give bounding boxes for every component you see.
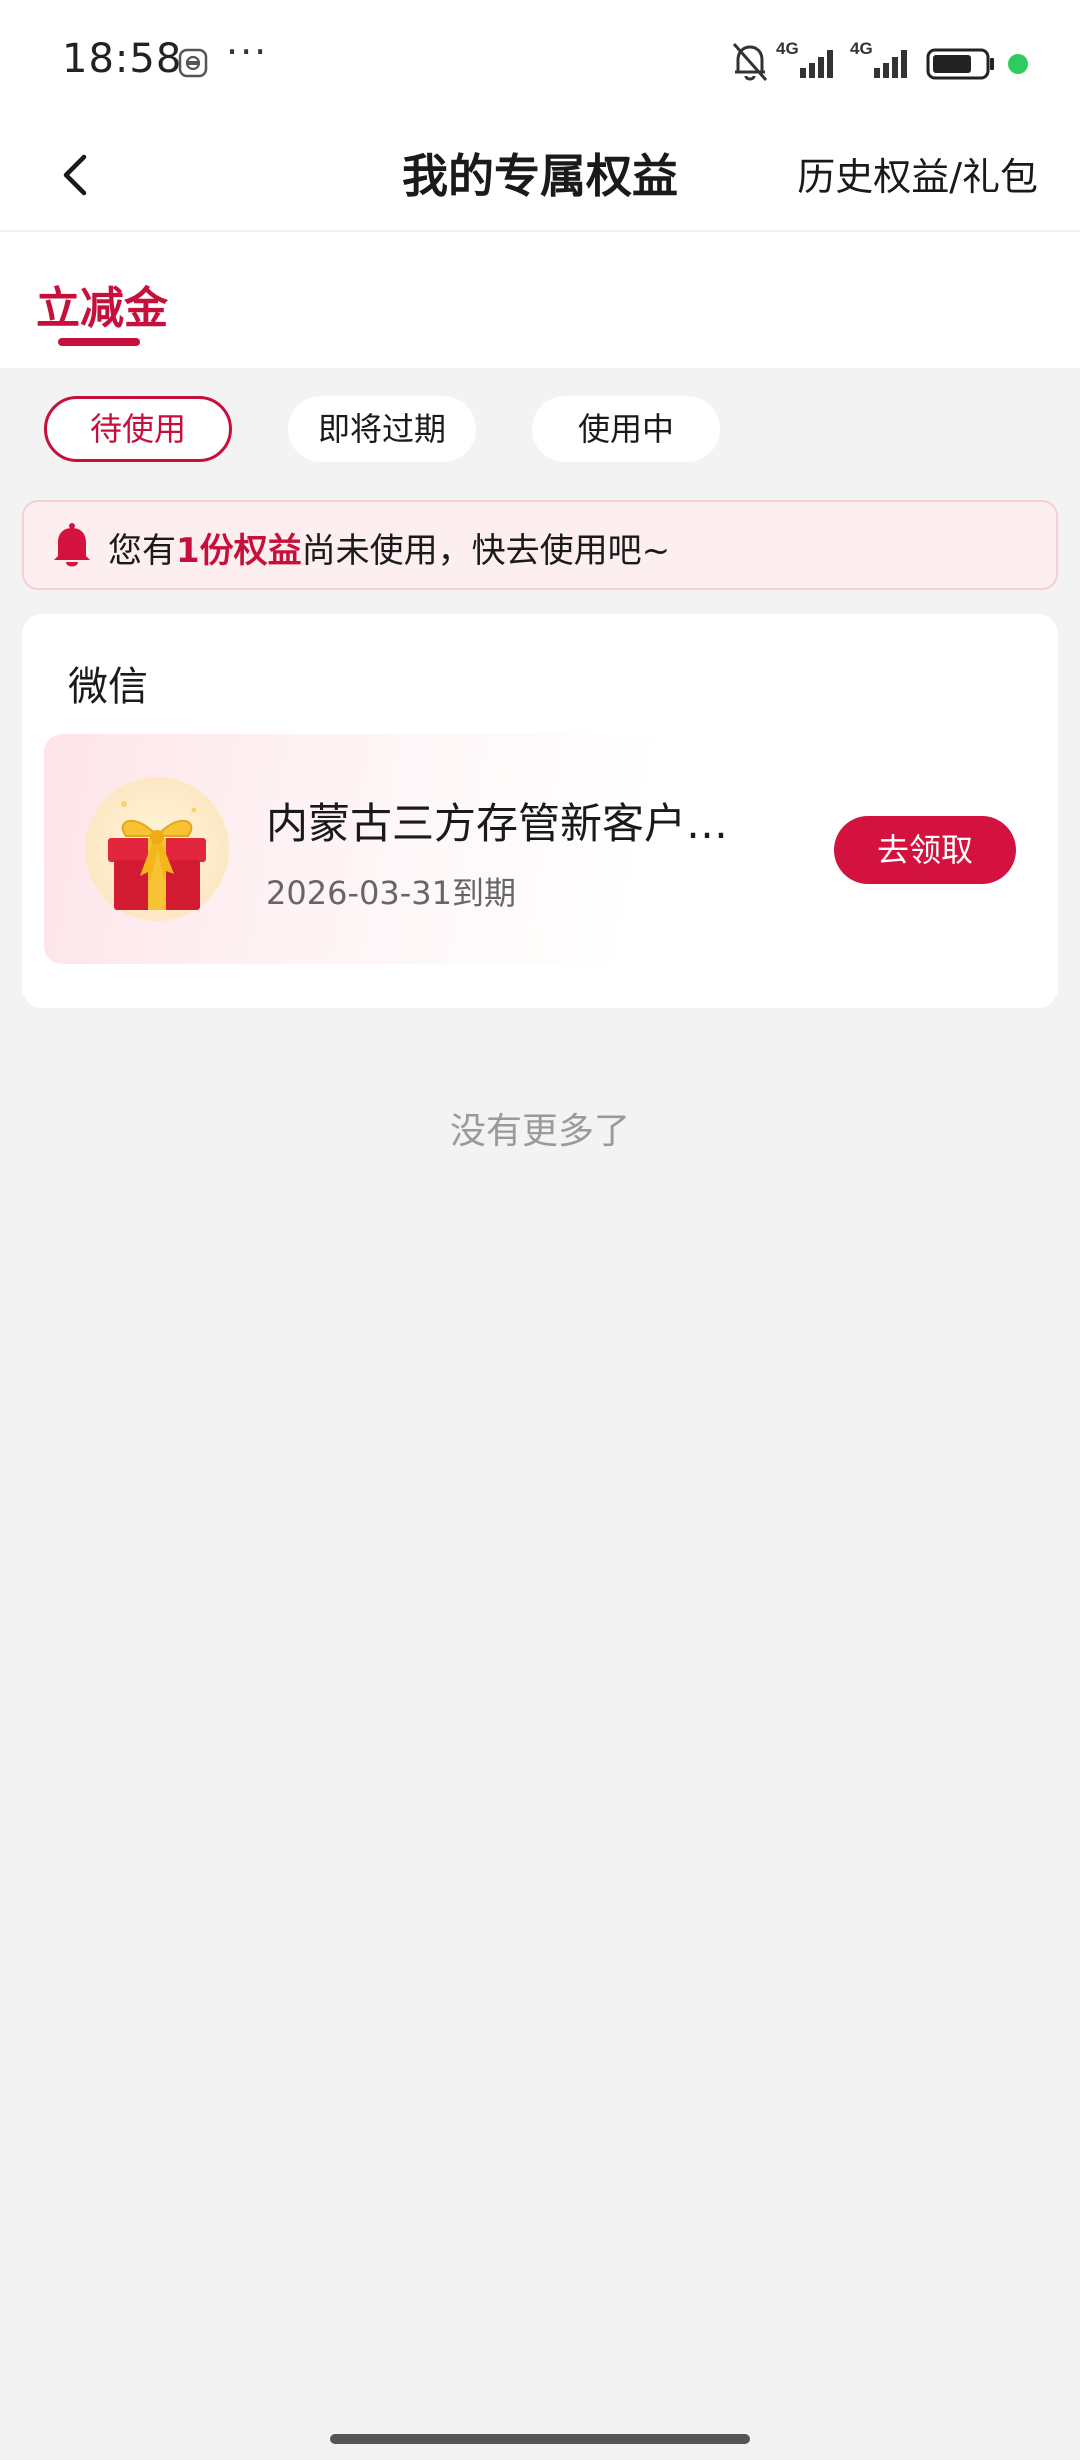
notice-prefix: 您有 <box>108 531 176 571</box>
claim-button[interactable]: 去领取 <box>834 816 1016 884</box>
notice-suffix: 尚未使用，快去使用吧~ <box>301 531 671 571</box>
signal-icon: 4G <box>850 39 907 78</box>
tab-instant-discount[interactable]: 立减金 <box>36 272 168 336</box>
notice-text: 您有1份权益尚未使用，快去使用吧~ <box>108 523 670 572</box>
bell-icon <box>54 523 90 567</box>
no-more-text: 没有更多了 <box>449 1111 630 1152</box>
signal-icon: 4G <box>776 39 833 78</box>
active-tab-indicator <box>58 338 140 346</box>
filter-pending[interactable]: 待使用 <box>44 396 232 462</box>
unused-benefits-notice: 您有1份权益尚未使用，快去使用吧~ <box>22 500 1058 590</box>
category-tab-bar: 立减金 <box>0 232 1080 368</box>
app-notification-icon <box>178 48 208 78</box>
benefit-item[interactable]: 内蒙古三方存管新客户立减金 2026-03-31到期 去领取 <box>44 734 1036 964</box>
mute-icon <box>732 43 768 81</box>
notice-benefit-count: 1份权益 <box>176 531 302 571</box>
privacy-indicator-dot <box>1008 54 1028 74</box>
benefit-expiry-date: 2026-03-31到期 <box>266 874 516 912</box>
history-benefits-link[interactable]: 历史权益/礼包 <box>797 146 1038 201</box>
home-indicator[interactable] <box>330 2434 750 2444</box>
nav-bar: 我的专属权益 历史权益/礼包 <box>0 120 1080 232</box>
filter-in-use[interactable]: 使用中 <box>532 396 720 462</box>
group-title: 微信 <box>68 664 148 710</box>
filter-expiring-soon[interactable]: 即将过期 <box>288 396 476 462</box>
status-bar: 18:58 ··· 4G 4G <box>0 0 1080 120</box>
more-notifications-icon: ··· <box>226 30 269 74</box>
network-type-1: 4G <box>776 39 799 58</box>
status-time: 18:58 <box>62 36 183 82</box>
benefit-group-card: 微信 内蒙古三方存管新客户立减金 2026-03-31到期 去领取 <box>22 614 1058 1008</box>
gift-icon <box>85 777 229 921</box>
network-type-2: 4G <box>850 39 873 58</box>
status-filter-row: 待使用 即将过期 使用中 <box>0 396 1080 466</box>
benefit-name: 内蒙古三方存管新客户立减金 <box>266 799 756 848</box>
battery-icon <box>926 48 994 80</box>
